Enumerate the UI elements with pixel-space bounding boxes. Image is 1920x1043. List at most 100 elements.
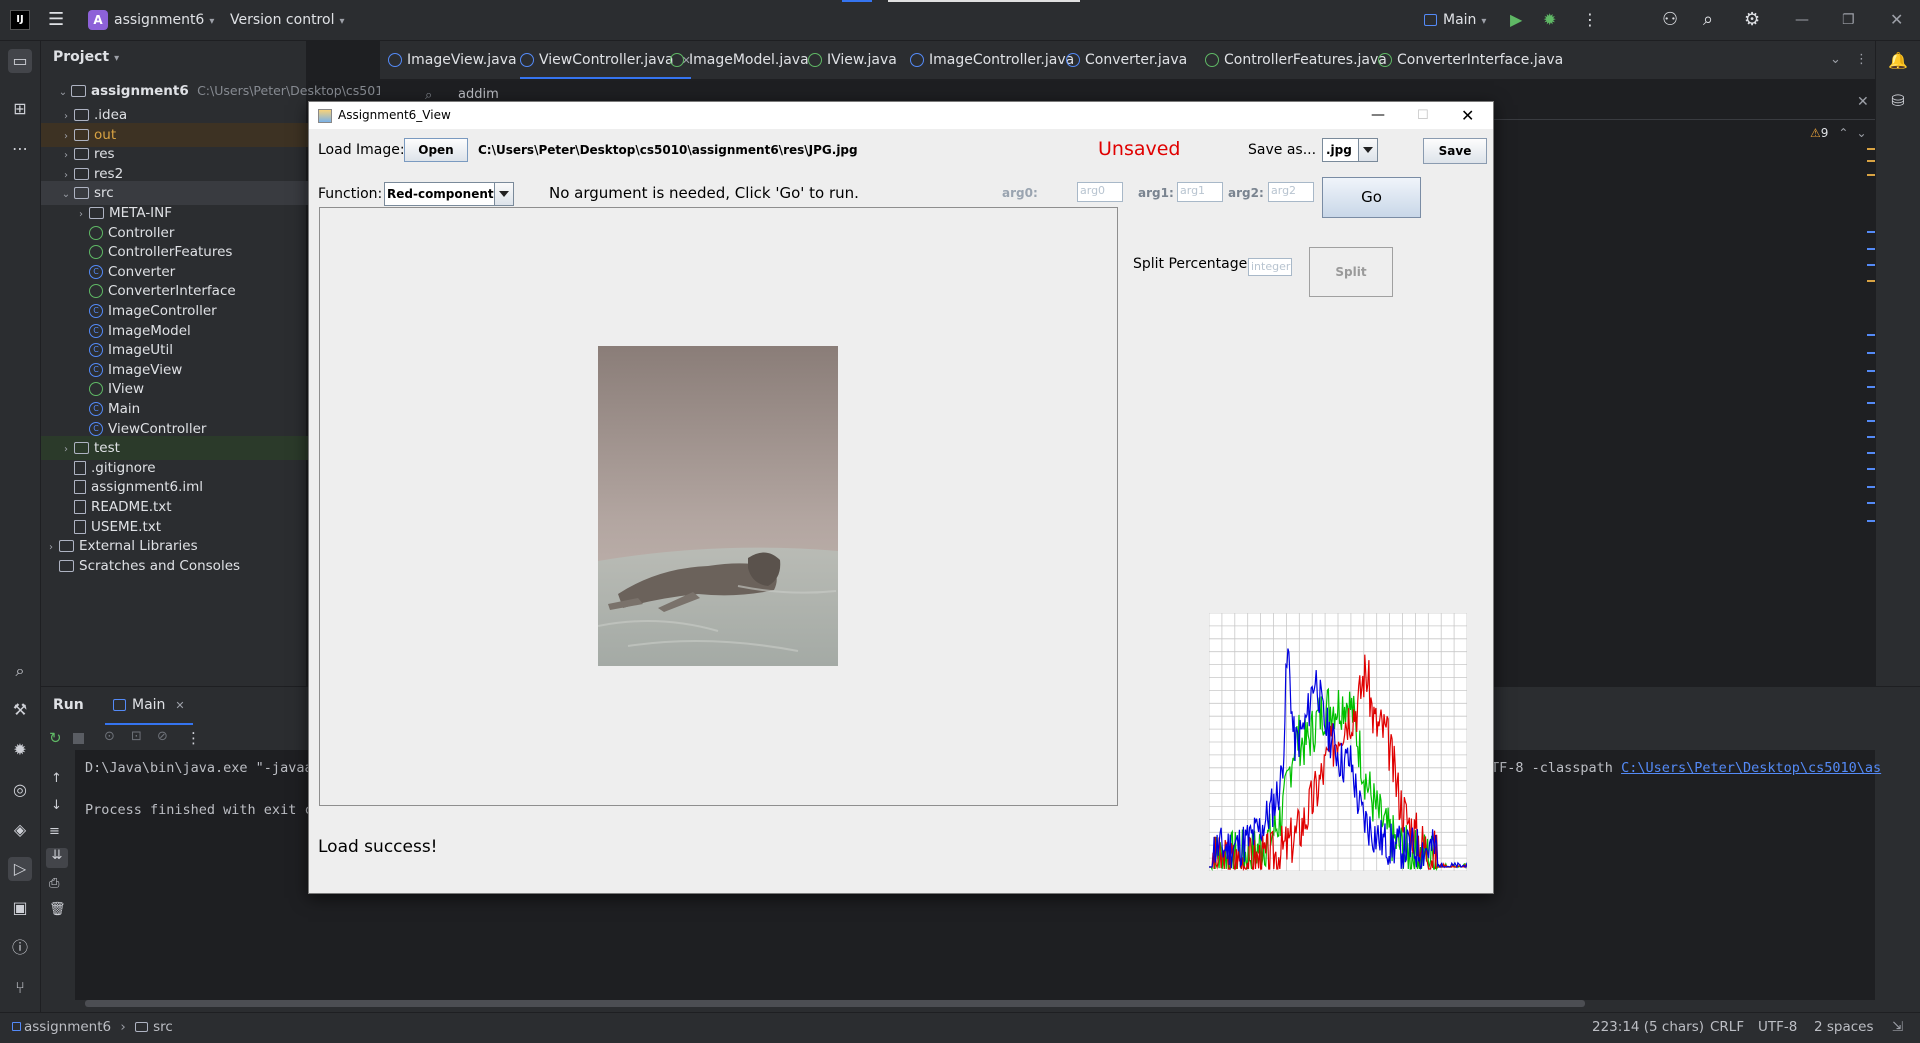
editor-tab[interactable]: Converter.java — [1066, 41, 1187, 79]
close-icon[interactable]: ✕ — [1890, 0, 1903, 40]
breadcrumb-project[interactable]: assignment6 — [24, 1019, 111, 1035]
cursor-position[interactable]: 223:14 (5 chars) — [1592, 1019, 1704, 1035]
save-button[interactable]: Save — [1423, 138, 1487, 164]
editor-tab[interactable]: ImageView.java — [388, 41, 517, 79]
open-button[interactable]: Open — [404, 138, 468, 162]
close-icon[interactable]: ✕ — [1461, 102, 1474, 129]
tree-item-label: ImageView — [108, 361, 183, 378]
java-app-icon — [318, 109, 332, 123]
ide-logo-icon[interactable]: IJ — [10, 0, 30, 40]
arrow-up-icon[interactable]: ↑ — [51, 771, 62, 786]
run-tool-icon[interactable]: ▷ — [8, 857, 32, 881]
editor-tab[interactable]: ControllerFeatures.java — [1205, 41, 1387, 79]
folder-icon — [74, 109, 89, 121]
build-icon[interactable]: ⚒ — [8, 698, 32, 722]
editor-tab-label: Converter.java — [1085, 52, 1188, 68]
threads-icon[interactable]: ⊘ — [157, 729, 168, 744]
chevron-down-icon: ⌄ — [1856, 126, 1867, 140]
close-icon[interactable]: ✕ — [175, 699, 184, 712]
run-config-selector[interactable]: Main ▾ — [1424, 0, 1486, 40]
close-search-icon[interactable]: ✕ — [1857, 94, 1869, 110]
arg0-field[interactable]: arg0 — [1077, 182, 1123, 202]
tree-item-label: IView — [108, 381, 145, 398]
editor-tab-label: ControllerFeatures.java — [1224, 52, 1387, 68]
horizontal-scrollbar[interactable] — [85, 1000, 1585, 1007]
camera-icon[interactable]: ⊙ — [104, 729, 115, 744]
class-icon: C — [89, 264, 103, 279]
export-icon[interactable]: ⊡ — [131, 729, 142, 744]
editor-tab[interactable]: ImageModel.java — [670, 41, 809, 79]
project-panel-header[interactable]: Project ▾ — [53, 49, 119, 65]
chevron-down-icon[interactable] — [494, 183, 513, 205]
class-icon — [520, 53, 534, 67]
arg1-field[interactable]: arg1 — [1177, 182, 1223, 202]
project-name: assignment6 — [114, 12, 205, 28]
problems-icon[interactable]: ⓘ — [8, 936, 32, 960]
class-icon: C — [89, 402, 103, 416]
scroll-to-end-icon[interactable]: ⇊ — [46, 848, 68, 868]
editor-tab[interactable]: ConverterInterface.java — [1378, 41, 1563, 79]
add-user-icon[interactable]: ⚇ — [1662, 0, 1678, 40]
tree-item-label: Converter — [108, 263, 176, 280]
main-menu-icon[interactable]: ☰ — [48, 0, 64, 40]
lock-icon[interactable]: ⇲ — [1892, 1019, 1903, 1035]
version-control-menu[interactable]: Version control ▾ — [230, 0, 345, 40]
terminal-icon[interactable]: ▣ — [8, 896, 32, 920]
debug-icon[interactable]: ✹ — [1543, 0, 1556, 40]
swing-title: Assignment6_View — [338, 108, 451, 122]
arg2-field[interactable]: arg2 — [1268, 182, 1314, 202]
line-separator[interactable]: CRLF — [1710, 1019, 1744, 1035]
git-icon[interactable]: ⑂ — [8, 976, 32, 1000]
breadcrumb-folder[interactable]: src — [153, 1019, 173, 1035]
tab-list-chevron-icon[interactable]: ⌄ — [1830, 41, 1841, 79]
notifications-icon[interactable]: 🔔 — [1886, 49, 1910, 73]
minimize-icon[interactable]: — — [1795, 0, 1809, 40]
arrow-down-icon[interactable]: ↓ — [51, 798, 62, 813]
file-encoding[interactable]: UTF-8 — [1758, 1019, 1797, 1035]
soft-wrap-icon[interactable]: ≡ — [49, 824, 60, 839]
editor-tab-label: ViewController.java — [539, 52, 674, 68]
save-format-select[interactable]: .jpg — [1322, 138, 1378, 162]
structure-tool-icon[interactable]: ⊞ — [8, 97, 32, 121]
run-icon[interactable]: ▶ — [1510, 0, 1522, 40]
console-link[interactable]: C:\Users\Peter\Desktop\cs5010\as — [1621, 760, 1881, 776]
split-percentage-field[interactable]: integer — [1248, 258, 1292, 276]
database-icon[interactable]: ⛁ — [1886, 89, 1910, 113]
trash-icon[interactable]: 🗑 — [49, 902, 66, 917]
more-icon[interactable]: ⋮ — [186, 729, 201, 747]
print-icon[interactable]: ⎙ — [49, 876, 59, 891]
run-tab-main[interactable]: Main ✕ — [105, 687, 193, 725]
swing-title-bar[interactable]: Assignment6_View — ☐ ✕ — [309, 102, 1493, 129]
tree-item-label: assignment6.iml — [91, 479, 204, 496]
chevron-down-icon[interactable] — [1358, 139, 1377, 161]
services-icon[interactable]: ◎ — [8, 778, 32, 802]
status-bar: assignment6 › src 223:14 (5 chars) CRLF … — [0, 1012, 1920, 1043]
project-tool-icon[interactable]: ▭ — [8, 49, 32, 73]
search-icon[interactable]: ⌕ — [8, 659, 32, 683]
function-hint: No argument is needed, Click 'Go' to run… — [549, 184, 859, 202]
editor-tab[interactable]: IView.java — [808, 41, 897, 79]
project-switcher[interactable]: Aassignment6 ▾ — [88, 0, 214, 40]
editor-search-field[interactable]: addim — [458, 87, 499, 102]
tree-item[interactable]: Scratches and Consoles — [41, 554, 308, 578]
search-icon[interactable]: ⌕ — [1703, 0, 1713, 40]
go-button[interactable]: Go — [1322, 177, 1421, 218]
indent-setting[interactable]: 2 spaces — [1814, 1019, 1874, 1035]
tree-root[interactable]: ⌄ assignment6 C:\Users\Peter\Desktop\cs50… — [41, 79, 391, 103]
restore-icon[interactable]: ❐ — [1842, 0, 1855, 40]
function-select[interactable]: Red-component — [384, 182, 514, 206]
editor-tab[interactable]: ViewController.java ✕ — [520, 41, 691, 79]
stop-icon[interactable] — [73, 733, 84, 744]
profiler-icon[interactable]: ◈ — [8, 818, 32, 842]
more-icon[interactable]: ⋮ — [1855, 41, 1868, 79]
warnings-indicator[interactable]: ⚠9 ⌃ ⌄ — [1810, 126, 1867, 140]
library-icon — [59, 559, 74, 572]
gear-icon[interactable]: ⚙ — [1744, 0, 1760, 40]
more-icon[interactable]: ⋮ — [1582, 0, 1598, 40]
more-tools-icon[interactable]: ⋯ — [8, 137, 32, 161]
editor-tab[interactable]: ImageController.java — [910, 41, 1074, 79]
rerun-icon[interactable]: ↻ — [49, 729, 62, 747]
minimize-icon[interactable]: — — [1371, 102, 1385, 129]
swing-window: Assignment6_View — ☐ ✕ Load Image: Open … — [308, 101, 1494, 894]
debug-icon[interactable]: ✹ — [8, 738, 32, 762]
